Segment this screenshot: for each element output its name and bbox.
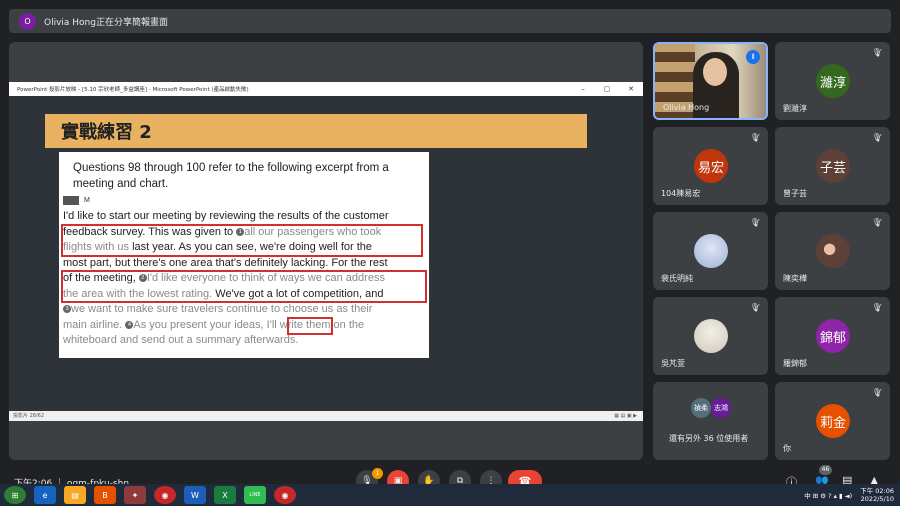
participant-tile-olivia[interactable]: ⦀ Olivia Hong <box>653 42 768 120</box>
system-tray: 中 ⊞ ⚙ ? ▴ ▮ ◄) 下午 02:06 2022/5/10 <box>804 484 900 506</box>
mic-off-icon: 🎙︎̸ <box>749 133 760 142</box>
flag-icon <box>63 196 79 205</box>
avatar: 錦郁 <box>816 319 850 353</box>
chrome-icon[interactable]: ◉ <box>274 486 296 504</box>
highlight-box-2 <box>61 270 427 303</box>
line-icon[interactable]: LINE <box>244 486 266 504</box>
excel-icon[interactable]: X <box>214 486 236 504</box>
excerpt-line: 3 we want to make sure travelers continue… <box>63 302 427 318</box>
avatar: 濰淳 <box>816 64 850 98</box>
presenting-text: Olivia Hong正在分享簡報畫面 <box>44 17 168 28</box>
chrome-icon[interactable]: ◉ <box>154 486 176 504</box>
minimize-icon[interactable]: – <box>571 82 595 96</box>
close-icon[interactable]: ✕ <box>619 82 643 96</box>
speaker-letter: M <box>84 197 90 204</box>
mic-off-icon: 🎙︎̸ <box>871 48 882 57</box>
tile-name: 陳奕樺 <box>783 274 807 283</box>
presenter-avatar: O <box>19 12 36 30</box>
excerpt-line: main airline. 4 As you present your ideas… <box>63 318 365 331</box>
mic-off-icon: 🎙︎̸ <box>749 303 760 312</box>
excerpt-line: whiteboard and send out a summary afterw… <box>63 334 299 346</box>
mic-off-icon: 🎙︎̸ <box>871 303 882 312</box>
avatar: 易宏 <box>694 149 728 183</box>
mic-off-icon: 🎙︎̸ <box>871 133 882 142</box>
mic-off-icon: 🎙︎̸ <box>871 388 882 397</box>
tile-name: 劉濰淳 <box>783 104 807 113</box>
ppt-titlebar: PowerPoint 投影片放映 - [5.10 宗欣老師_多益講座] - Mi… <box>9 82 643 96</box>
excerpt-line: most part, but there's one area that's d… <box>63 256 388 269</box>
avatar: 禎柔 <box>691 398 711 418</box>
participant-tile[interactable]: 🎙︎̸ 陳奕樺 <box>775 212 890 290</box>
speaker-label: M <box>63 196 90 205</box>
slide-title: 實戰練習 2 <box>45 114 587 148</box>
tile-name: 吳芃萱 <box>661 359 685 368</box>
ppt-title-text: PowerPoint 投影片放映 - [5.10 宗欣老師_多益講座] - Mi… <box>17 87 249 93</box>
tile-name: 曾子芸 <box>783 189 807 198</box>
avatar: 莉金 <box>816 404 850 438</box>
participant-tile[interactable]: 🎙︎̸ 濰淳 劉濰淳 <box>775 42 890 120</box>
shared-screen[interactable]: PowerPoint 投影片放映 - [5.10 宗欣老師_多益講座] - Mi… <box>9 42 643 460</box>
excerpt-line: I'd like to start our meeting by reviewi… <box>63 210 389 222</box>
self-tile[interactable]: 🎙︎̸ 莉金 你 <box>775 382 890 460</box>
participant-tile[interactable]: 🎙︎̸ 子芸 曾子芸 <box>775 127 890 205</box>
tile-name: 還有另外 36 位使用者 <box>669 434 749 443</box>
view-buttons[interactable]: ▦ ▤ ▣ ▶ <box>614 411 637 421</box>
app-icon[interactable]: ✦ <box>124 486 146 504</box>
avatar: 志鴻 <box>711 398 731 418</box>
mic-off-icon: 🎙︎̸ <box>749 218 760 227</box>
tile-name: 你 <box>783 444 791 453</box>
mic-off-icon: 🎙︎̸ <box>871 218 882 227</box>
highlight-box-1 <box>61 224 423 257</box>
start-button[interactable]: ⊞ <box>4 486 26 504</box>
ppt-statusbar: 投影片 28/62 ▦ ▤ ▣ ▶ <box>9 411 643 421</box>
tile-name: 羅錦郁 <box>783 359 807 368</box>
highlight-box-3 <box>287 317 333 335</box>
participant-tile[interactable]: 🎙︎̸ 吳芃萱 <box>653 297 768 375</box>
meet-window: O Olivia Hong正在分享簡報畫面 PowerPoint 投影片放映 -… <box>0 0 900 506</box>
others-tile[interactable]: 禎柔 志鴻 還有另外 36 位使用者 <box>653 382 768 460</box>
tray-clock: 下午 02:06 2022/5/10 <box>860 487 894 503</box>
question-text: Questions 98 through 100 refer to the fo… <box>73 162 389 190</box>
avatar-photo <box>694 319 728 353</box>
brave-icon[interactable]: B <box>94 486 116 504</box>
excerpt-card: Questions 98 through 100 refer to the fo… <box>59 152 429 358</box>
participant-tile[interactable]: 🎙︎̸ 裴氏明純 <box>653 212 768 290</box>
avatar-photo <box>816 234 850 268</box>
slide-counter: 投影片 28/62 <box>13 413 44 419</box>
tile-name: 裴氏明純 <box>661 274 693 283</box>
presentation-banner: O Olivia Hong正在分享簡報畫面 <box>9 9 891 33</box>
windows-taskbar: ⊞ e ▤ B ✦ ◉ W X LINE ◉ 中 ⊞ ⚙ ? ▴ ▮ ◄) 下午… <box>0 484 900 506</box>
notification-badge: 1 <box>372 468 383 479</box>
slide-canvas: 實戰練習 2 Questions 98 through 100 refer to… <box>9 96 643 411</box>
tile-name: Olivia Hong <box>663 103 710 112</box>
maximize-icon[interactable]: ▢ <box>595 82 619 96</box>
number-3-icon: 3 <box>63 305 71 313</box>
word-icon[interactable]: W <box>184 486 206 504</box>
ie-icon[interactable]: e <box>34 486 56 504</box>
avatar-photo <box>694 234 728 268</box>
tray-icons[interactable]: 中 ⊞ ⚙ ? ▴ ▮ ◄) <box>804 490 852 500</box>
participant-tile[interactable]: 🎙︎̸ 易宏 104陳易宏 <box>653 127 768 205</box>
tile-name: 104陳易宏 <box>661 189 701 198</box>
avatar: 子芸 <box>816 149 850 183</box>
participant-tile[interactable]: 🎙︎̸ 錦郁 羅錦郁 <box>775 297 890 375</box>
window-controls: – ▢ ✕ <box>571 82 643 96</box>
speaking-icon: ⦀ <box>746 50 760 64</box>
explorer-icon[interactable]: ▤ <box>64 486 86 504</box>
